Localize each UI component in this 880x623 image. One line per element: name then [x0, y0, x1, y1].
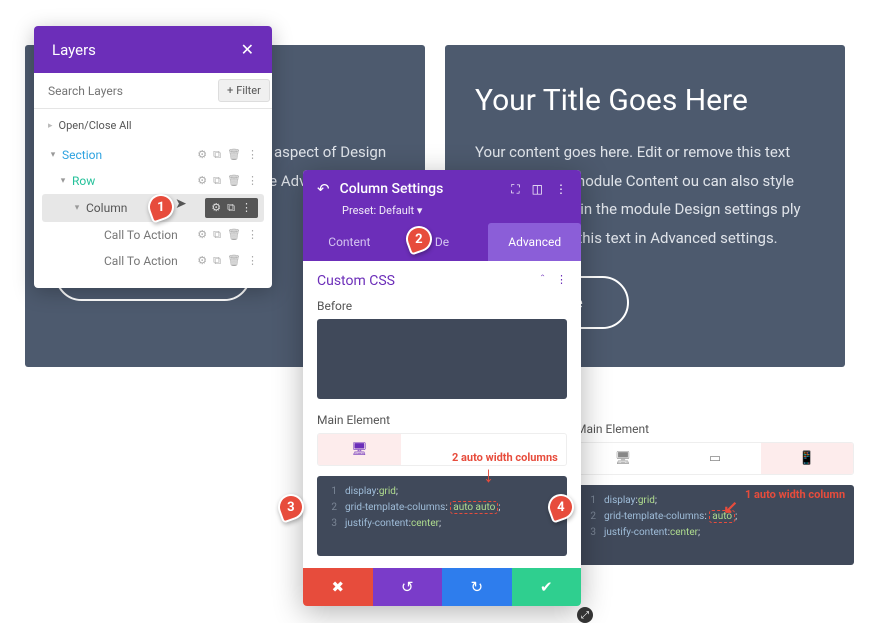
tree-label: Row [72, 174, 197, 188]
back-arrow-icon[interactable]: ↶ [317, 180, 330, 198]
trash-icon[interactable]: 🗑 [227, 174, 241, 188]
trash-icon[interactable]: 🗑 [227, 254, 241, 268]
annotation-badge-2: 2 [406, 226, 432, 252]
chevron-down-icon[interactable]: ▾ [72, 203, 82, 213]
chevron-down-icon[interactable]: ▾ [48, 150, 58, 160]
tree-row[interactable]: ▾ Row ⚙ ⧉ 🗑 ⋮ [42, 168, 264, 194]
tree-label: Call To Action [104, 254, 197, 268]
tab-advanced[interactable]: Advanced [488, 223, 581, 261]
tree-label: Call To Action [104, 228, 197, 242]
tree-actions: ⚙ ⧉ 🗑 ⋮ [197, 174, 258, 188]
layers-search-row: + Filter [34, 73, 272, 109]
undo-button[interactable]: ↺ [373, 568, 443, 606]
tab-content[interactable]: Content [303, 223, 396, 261]
trash-icon[interactable]: 🗑 [227, 148, 241, 162]
open-close-all[interactable]: Open/Close All [34, 109, 272, 142]
annotation-badge-4: 4 [548, 494, 574, 520]
filter-label: Filter [236, 84, 261, 97]
layers-title: Layers [52, 41, 96, 59]
gear-icon[interactable]: ⚙ [197, 174, 207, 188]
expand-icon[interactable]: ⛶ [511, 182, 519, 197]
gear-icon[interactable]: ⚙ [197, 254, 207, 268]
before-label: Before [317, 299, 567, 313]
main-element-label: Main Element [317, 413, 567, 427]
redo-button[interactable]: ↻ [442, 568, 512, 606]
card-title: Your Title Goes Here [475, 83, 815, 118]
copy-icon[interactable]: ⧉ [213, 254, 221, 268]
layers-header: Layers ✕ [34, 26, 272, 73]
device-tabs-2: 🖥 ▭ 📱 [576, 442, 854, 475]
annotation-label-1col: 1 auto width column [745, 488, 845, 501]
copy-icon[interactable]: ⧉ [213, 174, 221, 188]
kebab-icon[interactable]: ⋮ [247, 148, 258, 162]
gear-icon[interactable]: ⚙ [211, 201, 221, 215]
gear-icon[interactable]: ⚙ [197, 228, 207, 242]
panel-icon[interactable]: ◫ [532, 182, 543, 197]
annotation-badge-3: 3 [278, 494, 304, 520]
tree-section[interactable]: ▾ Section ⚙ ⧉ 🗑 ⋮ [42, 142, 264, 168]
save-button[interactable]: ✔ [512, 568, 582, 606]
chevron-down-icon[interactable]: ▾ [58, 176, 68, 186]
tree-actions: ⚙ ⧉ 🗑 ⋮ [197, 254, 258, 268]
kebab-icon[interactable]: ⋮ [241, 201, 252, 215]
modal-body: Custom CSS ＾ ⋮ Before Main Element 🖥 1di… [303, 261, 581, 568]
search-input[interactable] [34, 73, 218, 108]
annotation-label-2col: 2 auto width columns [452, 451, 558, 464]
cursor-arrow-icon: ➤ [175, 196, 187, 212]
main-element-label-2: Main Element [576, 422, 854, 436]
annotation-badge-1: 1 [148, 194, 174, 220]
tree-label: Column [86, 201, 205, 215]
kebab-icon[interactable]: ⋮ [247, 254, 258, 268]
copy-icon[interactable]: ⧉ [213, 148, 221, 162]
modal-tabs: Content De Advanced [303, 223, 581, 261]
tree-actions: ⚙ ⧉ 🗑 ⋮ [197, 228, 258, 242]
modal-title: Column Settings [340, 181, 502, 197]
arrow-right-icon: ↙ [723, 497, 738, 518]
chevron-down-icon: ▾ [417, 204, 423, 217]
cancel-button[interactable]: ✖ [303, 568, 373, 606]
plus-icon: + [227, 84, 233, 97]
copy-icon[interactable]: ⧉ [213, 228, 221, 242]
kebab-icon[interactable]: ⋮ [247, 174, 258, 188]
main-element-code-desktop[interactable]: 1display:grid; 2grid-template-columns: a… [317, 476, 567, 556]
tree-actions: ⚙ ⧉ ⋮ [205, 198, 258, 218]
kebab-icon[interactable]: ⋮ [247, 228, 258, 242]
trash-icon[interactable]: 🗑 [227, 228, 241, 242]
tree-module[interactable]: Call To Action ⚙ ⧉ 🗑 ⋮ [42, 222, 264, 248]
modal-header: ↶ Column Settings ⛶ ◫ ⋮ Preset: Default … [303, 170, 581, 223]
tree-label: Section [62, 148, 197, 162]
desktop-tab[interactable]: 🖥 [318, 434, 401, 465]
copy-icon[interactable]: ⧉ [227, 201, 235, 215]
help-bubble-icon[interactable]: ⤢ [577, 607, 593, 623]
tree-module[interactable]: Call To Action ⚙ ⧉ 🗑 ⋮ [42, 248, 264, 274]
kebab-icon[interactable]: ⋮ [555, 182, 567, 197]
modal-footer: ✖ ↺ ↻ ✔ [303, 568, 581, 606]
preset-selector[interactable]: Preset: Default ▾ [342, 204, 567, 217]
kebab-icon[interactable]: ⋮ [556, 273, 567, 289]
section-custom-css[interactable]: Custom CSS [317, 273, 395, 289]
filter-button[interactable]: + Filter [218, 79, 270, 102]
tablet-tab[interactable]: ▭ [669, 443, 761, 474]
tree-actions: ⚙ ⧉ 🗑 ⋮ [197, 148, 258, 162]
arrow-down-icon: ↓ [483, 467, 494, 486]
before-code-input[interactable] [317, 319, 567, 399]
layers-panel: Layers ✕ + Filter Open/Close All ▾ Secti… [34, 26, 272, 288]
desktop-tab[interactable]: 🖥 [577, 443, 669, 474]
close-icon[interactable]: ✕ [241, 40, 254, 59]
collapse-icon[interactable]: ＾ [537, 273, 548, 289]
column-settings-modal: ↶ Column Settings ⛶ ◫ ⋮ Preset: Default … [303, 170, 581, 606]
gear-icon[interactable]: ⚙ [197, 148, 207, 162]
phone-tab[interactable]: 📱 [761, 443, 853, 474]
